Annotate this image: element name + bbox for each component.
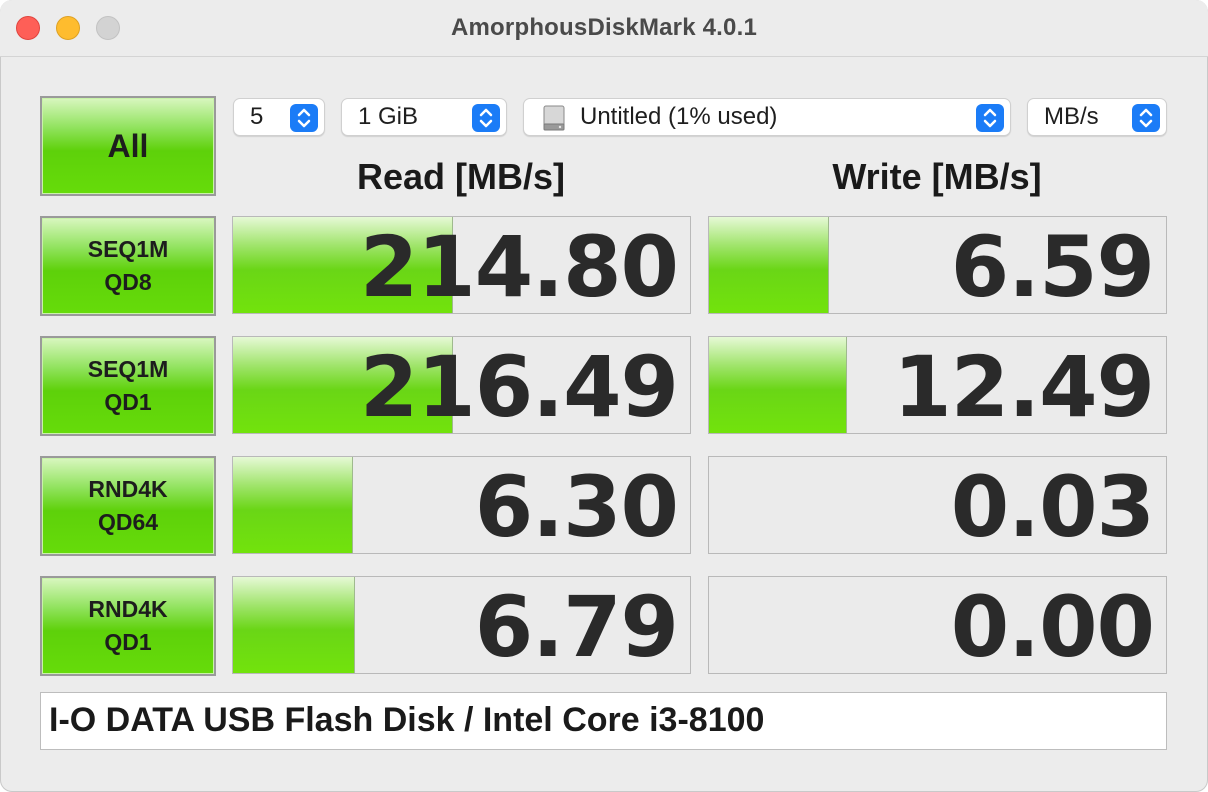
disk-icon	[540, 104, 568, 132]
updown-chevron-icon	[472, 104, 500, 132]
read-header: Read [MB/s]	[356, 156, 566, 197]
updown-chevron-icon	[976, 104, 1004, 132]
write-value: 6.59	[950, 218, 1155, 314]
read-result-cell: 6.79	[232, 576, 691, 674]
write-result-cell: 0.00	[708, 576, 1167, 674]
read-result-cell: 214.80	[232, 216, 691, 314]
unit-select[interactable]: MB/s	[1027, 98, 1167, 136]
comment-field[interactable]: I-O DATA USB Flash Disk / Intel Core i3-…	[40, 692, 1167, 750]
read-value: 6.30	[474, 458, 679, 554]
size-select[interactable]: 1 GiB	[341, 98, 507, 136]
updown-chevron-icon	[1132, 104, 1160, 132]
read-value: 6.79	[474, 578, 679, 674]
unit-value: MB/s	[1044, 103, 1099, 130]
read-result-cell: 6.30	[232, 456, 691, 554]
window-title: AmorphousDiskMark 4.0.1	[450, 14, 758, 41]
test-button-seq1m-qd8[interactable]: SEQ1M QD8	[40, 216, 216, 316]
read-value: 214.80	[359, 218, 679, 314]
read-bar	[233, 457, 353, 553]
test-label-line1: SEQ1M	[87, 236, 169, 262]
test-button-seq1m-qd1[interactable]: SEQ1M QD1	[40, 336, 216, 436]
write-result-cell: 6.59	[708, 216, 1167, 314]
test-label-line2: QD1	[104, 629, 152, 655]
run-all-label: All	[107, 127, 149, 164]
test-button-rnd4k-qd1[interactable]: RND4K QD1	[40, 576, 216, 676]
write-value: 0.00	[950, 578, 1155, 674]
read-bar	[233, 577, 356, 673]
write-bar	[709, 217, 829, 313]
drive-select[interactable]: Untitled (1% used)	[523, 98, 1011, 136]
test-label-line1: RND4K	[88, 596, 168, 622]
test-label-line1: SEQ1M	[87, 356, 169, 382]
write-header: Write [MB/s]	[832, 156, 1042, 197]
read-result-cell: 216.49	[232, 336, 691, 434]
test-label-line1: RND4K	[88, 476, 168, 502]
write-result-cell: 12.49	[708, 336, 1167, 434]
drive-value: Untitled (1% used)	[580, 103, 778, 130]
test-label-line2: QD64	[97, 509, 159, 535]
write-bar	[709, 337, 848, 433]
test-label-line2: QD8	[104, 269, 152, 295]
count-value: 5	[250, 103, 264, 130]
count-select[interactable]: 5	[233, 98, 325, 136]
read-value: 216.49	[359, 338, 679, 434]
updown-chevron-icon	[290, 104, 318, 132]
write-value: 0.03	[950, 458, 1155, 554]
write-value: 12.49	[893, 338, 1155, 434]
write-result-cell: 0.03	[708, 456, 1167, 554]
app-window: AmorphousDiskMark 4.0.1 All 5 1 GiB Unti…	[0, 0, 1208, 792]
run-all-button[interactable]: All	[40, 96, 216, 196]
size-value: 1 GiB	[358, 103, 419, 130]
test-button-rnd4k-qd64[interactable]: RND4K QD64	[40, 456, 216, 556]
test-label-line2: QD1	[104, 389, 152, 415]
title-bar: AmorphousDiskMark 4.0.1	[0, 0, 1208, 57]
